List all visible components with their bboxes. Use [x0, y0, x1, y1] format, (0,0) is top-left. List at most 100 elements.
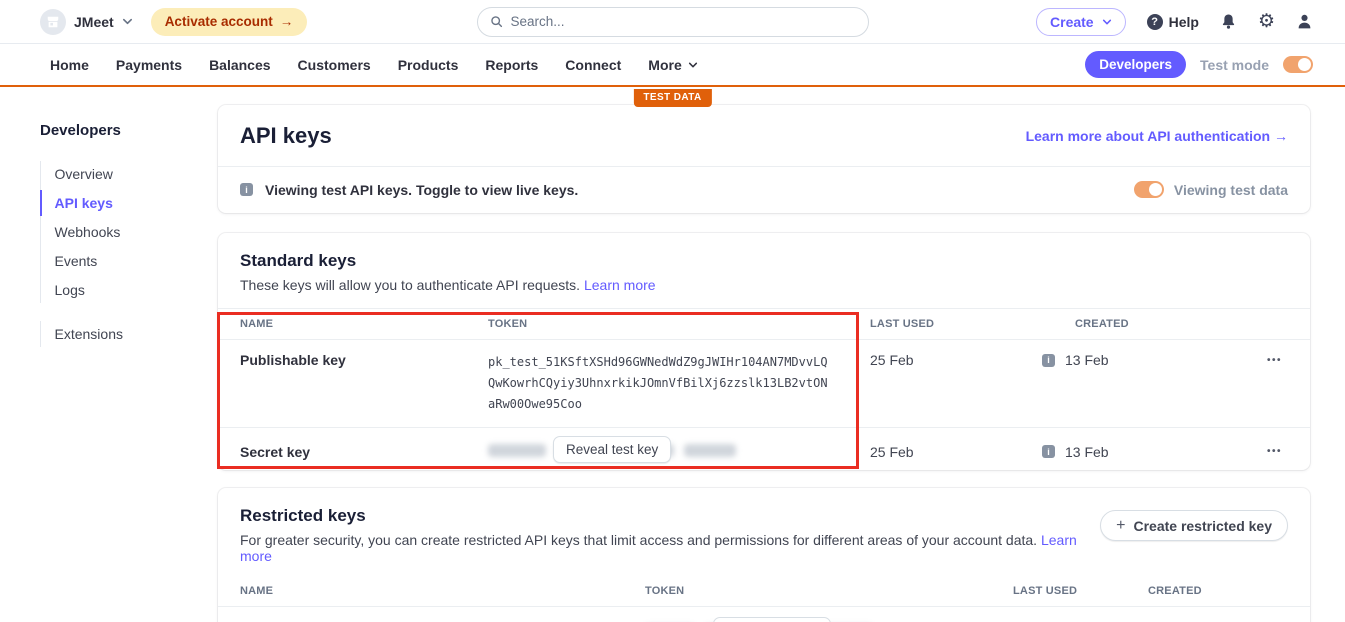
sidebar-item-extensions[interactable]: Extensions	[40, 321, 201, 347]
banner-toggle-group: Viewing test data	[1134, 181, 1288, 198]
create-restricted-key-label: Create restricted key	[1133, 518, 1272, 534]
info-icon: i	[240, 183, 253, 196]
create-label: Create	[1050, 14, 1094, 30]
restricted-keys-heading-block: Restricted keys For greater security, yo…	[240, 506, 1100, 564]
nav-item-connect[interactable]: Connect	[565, 57, 621, 73]
viewing-test-data-label: Viewing test data	[1174, 182, 1288, 198]
search-bar[interactable]	[477, 7, 869, 37]
table-header-row: NAME TOKEN LAST USED CREATED	[240, 576, 1288, 606]
sidebar-item-events[interactable]: Events	[40, 248, 201, 274]
column-header-token: TOKEN	[645, 585, 1013, 597]
overflow-menu-icon[interactable]: •••	[1267, 355, 1288, 366]
chevron-down-icon[interactable]	[122, 16, 133, 27]
restricted-keys-card: Restricted keys For greater security, yo…	[218, 488, 1310, 622]
nav-item-more[interactable]: More	[648, 57, 697, 73]
bell-icon[interactable]	[1220, 13, 1237, 30]
restricted-keys-table: NAME TOKEN LAST USED CREATED	[218, 576, 1310, 606]
create-restricted-key-button[interactable]: + Create restricted key	[1100, 510, 1288, 541]
table-row-secret-key: Secret key Reveal test key 25 Feb i 13 F…	[240, 428, 1288, 470]
developers-sidebar: Developers Overview API keys Webhooks Ev…	[40, 122, 200, 350]
key-name: Publishable key	[240, 352, 488, 368]
sidebar-item-api-keys[interactable]: API keys	[40, 190, 201, 216]
overflow-menu-icon[interactable]: •••	[1267, 446, 1288, 457]
column-header-created: CREATED	[1042, 318, 1288, 330]
sidebar-item-logs[interactable]: Logs	[40, 277, 201, 303]
plus-icon: +	[1116, 517, 1125, 535]
restricted-keys-header: Restricted keys For greater security, yo…	[218, 488, 1310, 564]
standard-keys-title: Standard keys	[240, 251, 1288, 271]
nav-item-payments[interactable]: Payments	[116, 57, 182, 73]
reveal-test-key-button[interactable]: Reveal test key	[713, 617, 831, 622]
account-switcher[interactable]: JMeet Activate account →	[0, 8, 307, 36]
create-button[interactable]: Create	[1036, 8, 1126, 36]
nav-links: Home Payments Balances Customers Product…	[0, 57, 698, 73]
publishable-key-token[interactable]: pk_test_51KSftXSHd96GWNedWdZ9gJWIHr104AN…	[488, 352, 828, 415]
nav-item-customers[interactable]: Customers	[298, 57, 371, 73]
table-row-cli-key: CLI key for DESKTOP-QCQ3J6F Connect i Re…	[240, 607, 1288, 622]
created-cell: i 13 Feb •••	[1042, 444, 1288, 460]
test-keys-banner: i Viewing test API keys. Toggle to view …	[218, 167, 1310, 212]
created-value: 13 Feb	[1065, 444, 1109, 460]
last-used-value: 25 Feb	[870, 444, 1042, 460]
activate-account-label: Activate account	[165, 14, 273, 29]
standard-keys-header: Standard keys These keys will allow you …	[218, 233, 1310, 308]
account-name: JMeet	[74, 14, 114, 30]
activate-account-button[interactable]: Activate account →	[151, 8, 308, 36]
help-menu[interactable]: ? Help	[1147, 14, 1199, 30]
table-row-publishable-key: Publishable key pk_test_51KSftXSHd96GWNe…	[240, 340, 1288, 427]
info-icon: i	[1042, 445, 1055, 458]
nav-item-products[interactable]: Products	[398, 57, 459, 73]
test-mode-toggle[interactable]	[1283, 56, 1313, 73]
sidebar-heading: Developers	[40, 122, 200, 139]
main-nav: Home Payments Balances Customers Product…	[0, 44, 1345, 87]
question-icon: ?	[1147, 14, 1163, 30]
key-name: Secret key	[240, 444, 488, 460]
developers-button[interactable]: Developers	[1085, 51, 1186, 78]
reveal-test-key-button[interactable]: Reveal test key	[553, 436, 671, 463]
page-title-row: API keys Learn more about API authentica…	[218, 105, 1310, 166]
column-header-last-used: LAST USED	[870, 318, 1042, 330]
publishable-key-row-wrap: Publishable key pk_test_51KSftXSHd96GWNe…	[218, 340, 1310, 427]
profile-icon[interactable]	[1296, 13, 1313, 30]
toggle-knob	[1149, 183, 1162, 196]
blur-blob	[684, 444, 736, 457]
nav-item-home[interactable]: Home	[50, 57, 89, 73]
sidebar-item-overview[interactable]: Overview	[40, 161, 201, 187]
column-header-created: CREATED	[1128, 585, 1288, 597]
last-used-value: 25 Feb	[870, 352, 1042, 368]
standard-keys-card: Standard keys These keys will allow you …	[218, 233, 1310, 470]
test-data-badge: TEST DATA	[633, 89, 711, 107]
chevron-down-icon	[688, 60, 698, 70]
standard-keys-table: NAME TOKEN LAST USED CREATED	[218, 309, 1310, 339]
search-input[interactable]	[511, 14, 856, 29]
created-value: 13 Feb	[1065, 352, 1109, 368]
topbar-actions: Create ? Help ⚙	[1036, 8, 1313, 36]
standard-keys-learn-more-link[interactable]: Learn more	[584, 277, 656, 293]
viewing-test-data-toggle[interactable]	[1134, 181, 1164, 198]
cli-key-row-wrap: CLI key for DESKTOP-QCQ3J6F Connect i Re…	[218, 607, 1310, 622]
sidebar-item-webhooks[interactable]: Webhooks	[40, 219, 201, 245]
page-title: API keys	[240, 123, 332, 149]
search-icon	[490, 15, 503, 28]
info-icon: i	[1042, 354, 1055, 367]
column-header-name: NAME	[240, 585, 645, 597]
nav-right: Developers Test mode	[1085, 51, 1313, 78]
restricted-keys-title: Restricted keys	[240, 506, 1100, 526]
api-keys-header-card: API keys Learn more about API authentica…	[218, 105, 1310, 213]
help-label: Help	[1169, 14, 1199, 30]
gear-icon[interactable]: ⚙	[1258, 12, 1275, 31]
top-bar: JMeet Activate account → Create ? Help	[0, 0, 1345, 44]
more-label: More	[648, 57, 681, 73]
secret-key-row-wrap: Secret key Reveal test key 25 Feb i 13 F…	[218, 428, 1310, 470]
column-header-last-used: LAST USED	[1013, 585, 1128, 597]
created-cell: i 13 Feb •••	[1042, 352, 1288, 368]
standard-keys-subtitle-text: These keys will allow you to authenticat…	[240, 277, 580, 293]
learn-more-authentication-link[interactable]: Learn more about API authentication →	[1026, 128, 1288, 144]
standard-keys-subtitle: These keys will allow you to authenticat…	[240, 277, 1288, 293]
nav-item-reports[interactable]: Reports	[485, 57, 538, 73]
sidebar-group-secondary: Extensions	[40, 321, 200, 347]
table-header-row: NAME TOKEN LAST USED CREATED	[240, 309, 1288, 339]
store-avatar	[40, 9, 66, 35]
column-header-name: NAME	[240, 318, 488, 330]
nav-item-balances[interactable]: Balances	[209, 57, 270, 73]
